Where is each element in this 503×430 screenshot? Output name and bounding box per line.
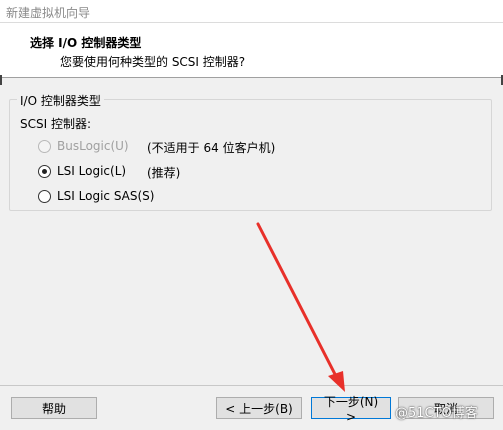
lsi-logic-note: (推荐) [147,166,181,180]
radio-buslogic-label: BusLogic(U) [57,139,129,153]
radio-lsi-logic-sas-circle[interactable] [38,189,51,203]
radio-buslogic[interactable]: BusLogic(U) [38,138,129,154]
group-legend: I/O 控制器类型 [17,92,104,109]
back-button[interactable]: < 上一步(B) [216,397,302,419]
annotation-arrow-head [328,371,345,392]
radio-lsi-logic-sas-label: LSI Logic SAS(S) [57,189,155,203]
footer-divider [0,385,503,386]
window-title: 新建虚拟机向导 [6,6,91,20]
radio-lsi-logic[interactable]: LSI Logic(L) [38,163,126,179]
buslogic-note: (不适用于 64 位客户机) [147,141,276,155]
wizard-header: 选择 I/O 控制器类型 您要使用何种类型的 SCSI 控制器? [0,23,503,78]
radio-lsi-logic-label: LSI Logic(L) [57,164,127,178]
scsi-controller-label: SCSI 控制器: [20,117,92,131]
radio-buslogic-circle[interactable] [38,139,51,153]
page-title: 选择 I/O 控制器类型 [30,36,142,50]
help-button[interactable]: 帮助 [11,397,97,419]
watermark: @51CTO博客 [395,406,478,421]
annotation-arrow-shaft [256,222,341,384]
page-subtitle: 您要使用何种类型的 SCSI 控制器? [60,55,246,69]
window-edge-left [0,75,2,85]
title-bar: 新建虚拟机向导 [0,0,503,23]
radio-lsi-logic-circle[interactable] [38,164,51,178]
radio-lsi-logic-sas[interactable]: LSI Logic SAS(S) [38,188,154,204]
next-button[interactable]: 下一步(N) > [311,395,391,424]
